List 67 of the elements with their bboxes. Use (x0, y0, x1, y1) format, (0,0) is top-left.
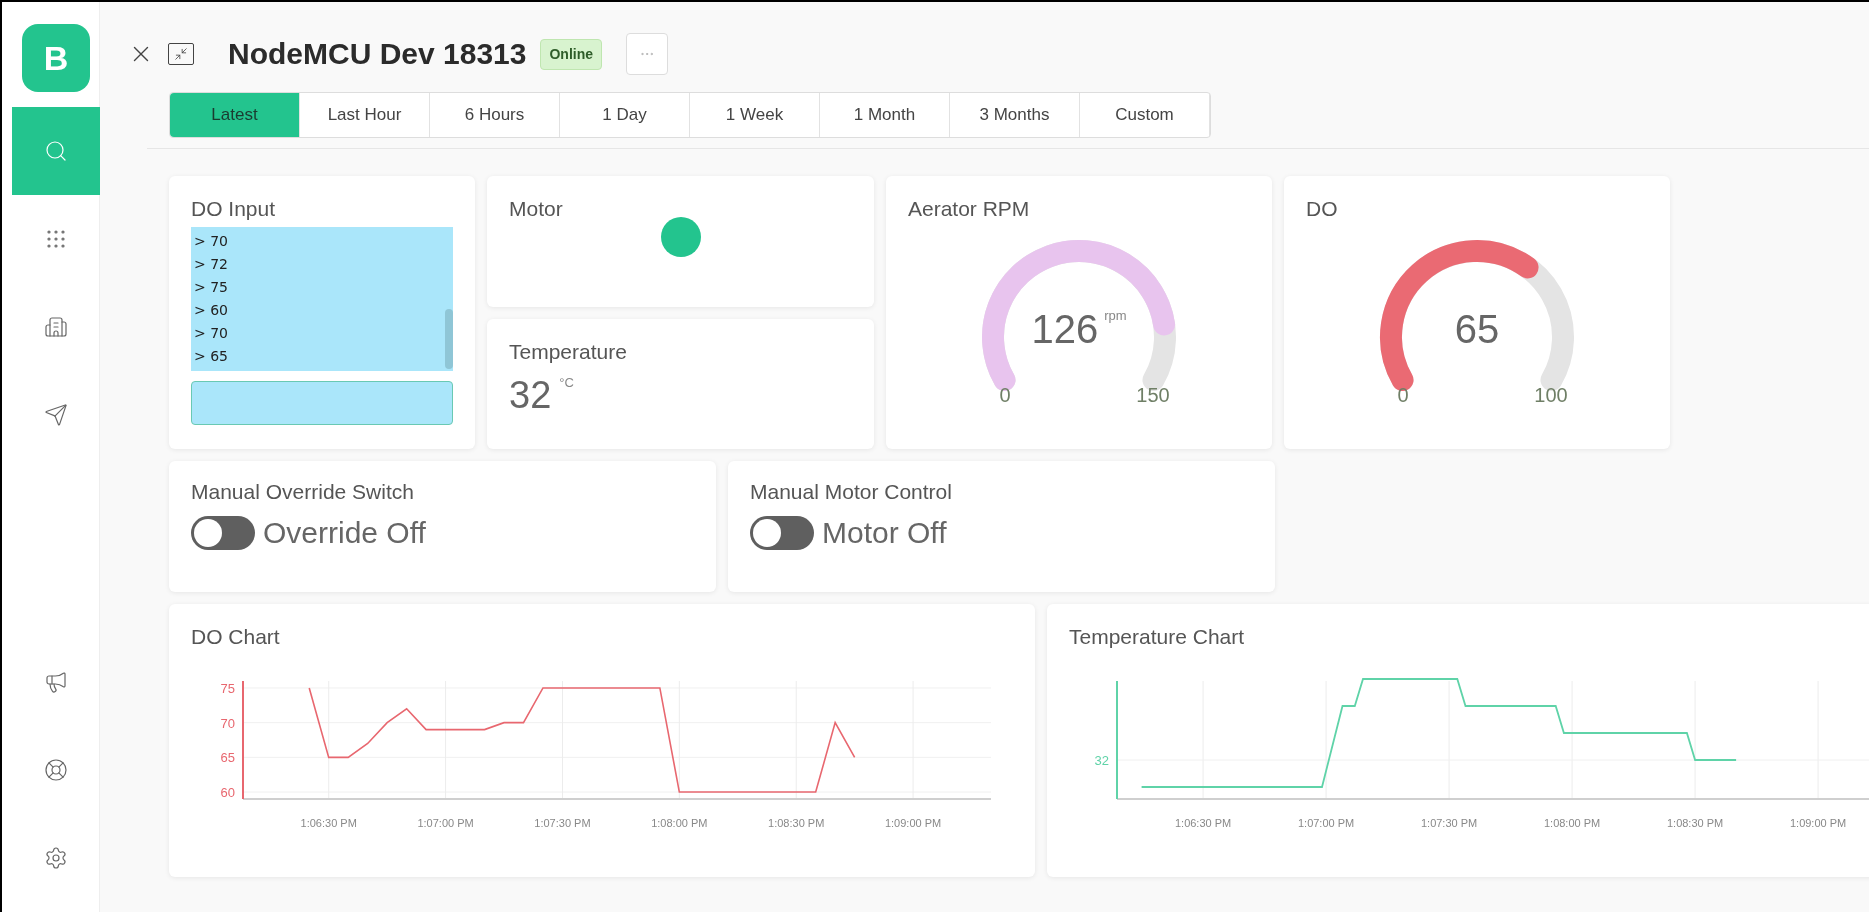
more-button[interactable] (626, 33, 668, 75)
shrink-arrows-icon (174, 47, 188, 61)
scrollbar-thumb[interactable] (445, 309, 453, 369)
terminal-line: > 72 (194, 255, 229, 274)
toggle-switch[interactable] (191, 516, 255, 550)
x-tick-label: 1:08:30 PM (1666, 817, 1724, 829)
time-range-tab[interactable]: 3 Months (950, 93, 1080, 137)
x-tick-label: 1:07:00 PM (1297, 817, 1355, 829)
widget-title: Temperature Chart (1069, 626, 1246, 647)
terminal-line: > 65 (194, 347, 229, 366)
time-range-tab[interactable]: 1 Day (560, 93, 690, 137)
x-tick-label: 1:07:30 PM (1420, 817, 1478, 829)
widget-title: Motor (509, 198, 564, 219)
time-range-tab[interactable]: Last Hour (300, 93, 430, 137)
search-icon (44, 139, 68, 163)
megaphone-icon (44, 670, 68, 694)
x-tick-label: 1:08:00 PM (1543, 817, 1601, 829)
widget-title: Aerator RPM (908, 198, 1031, 219)
widget-title: DO Input (191, 198, 277, 219)
y-tick-label: 32 (1094, 753, 1109, 768)
settings-icon (44, 846, 68, 870)
toggle-switch[interactable] (750, 516, 814, 550)
building-icon (44, 315, 68, 339)
terminal-line: > 70 (194, 232, 229, 251)
time-range-tab[interactable]: Custom (1080, 93, 1210, 137)
x-tick-label: 1:06:30 PM (300, 817, 357, 829)
terminal-line: > 60 (194, 301, 229, 320)
gauge-min: 0 (1396, 385, 1410, 405)
widget-title: DO (1306, 198, 1339, 219)
switch-label: Motor Off (822, 518, 947, 548)
minimize-button[interactable] (168, 43, 194, 65)
widget-title: Manual Override Switch (191, 481, 415, 502)
status-badge: Online (540, 38, 602, 70)
time-range-tab[interactable]: Latest (170, 93, 300, 137)
time-range-tab[interactable]: 1 Month (820, 93, 950, 137)
temperature-unit: °C (559, 376, 574, 389)
x-tick-label: 1:08:00 PM (651, 817, 708, 829)
y-tick-label: 75 (220, 680, 235, 696)
widget-title: DO Chart (191, 626, 281, 647)
terminal-line: > 70 (194, 324, 229, 343)
x-tick-label: 1:08:30 PM (768, 817, 825, 829)
y-tick-label: 60 (220, 785, 235, 801)
time-range-tab[interactable]: 6 Hours (430, 93, 560, 137)
sidebar-item[interactable] (12, 107, 100, 195)
time-range-tab[interactable]: 1 Week (690, 93, 820, 137)
y-tick-label: 65 (220, 750, 235, 766)
x-tick-label: 1:06:30 PM (1174, 817, 1232, 829)
gauge-max: 100 (1533, 385, 1569, 405)
terminal-input[interactable] (191, 381, 453, 425)
x-tick-label: 1:09:00 PM (884, 817, 942, 829)
device-title: NodeMCU Dev 18313 (228, 39, 527, 69)
widget-title: Manual Motor Control (750, 481, 953, 502)
paper-plane-icon (44, 403, 68, 427)
x-tick-label: 1:07:30 PM (534, 817, 591, 829)
terminal-line: > 75 (194, 278, 229, 297)
gauge-max: 150 (1135, 385, 1171, 405)
switch-label: Override Off (263, 518, 426, 548)
temperature-value: 32 (509, 376, 552, 414)
gauge-value: 126 (1031, 309, 1099, 349)
gauge-unit: rpm (1104, 309, 1127, 322)
gauge-value: 65 (1454, 309, 1500, 349)
x-tick-label: 1:07:00 PM (417, 817, 474, 829)
life-buoy-icon (44, 758, 68, 782)
x-tick-label: 1:09:00 PM (1789, 817, 1847, 829)
widget-title: Temperature (509, 341, 628, 362)
gauge-min: 0 (998, 385, 1012, 405)
y-tick-label: 70 (220, 715, 235, 731)
